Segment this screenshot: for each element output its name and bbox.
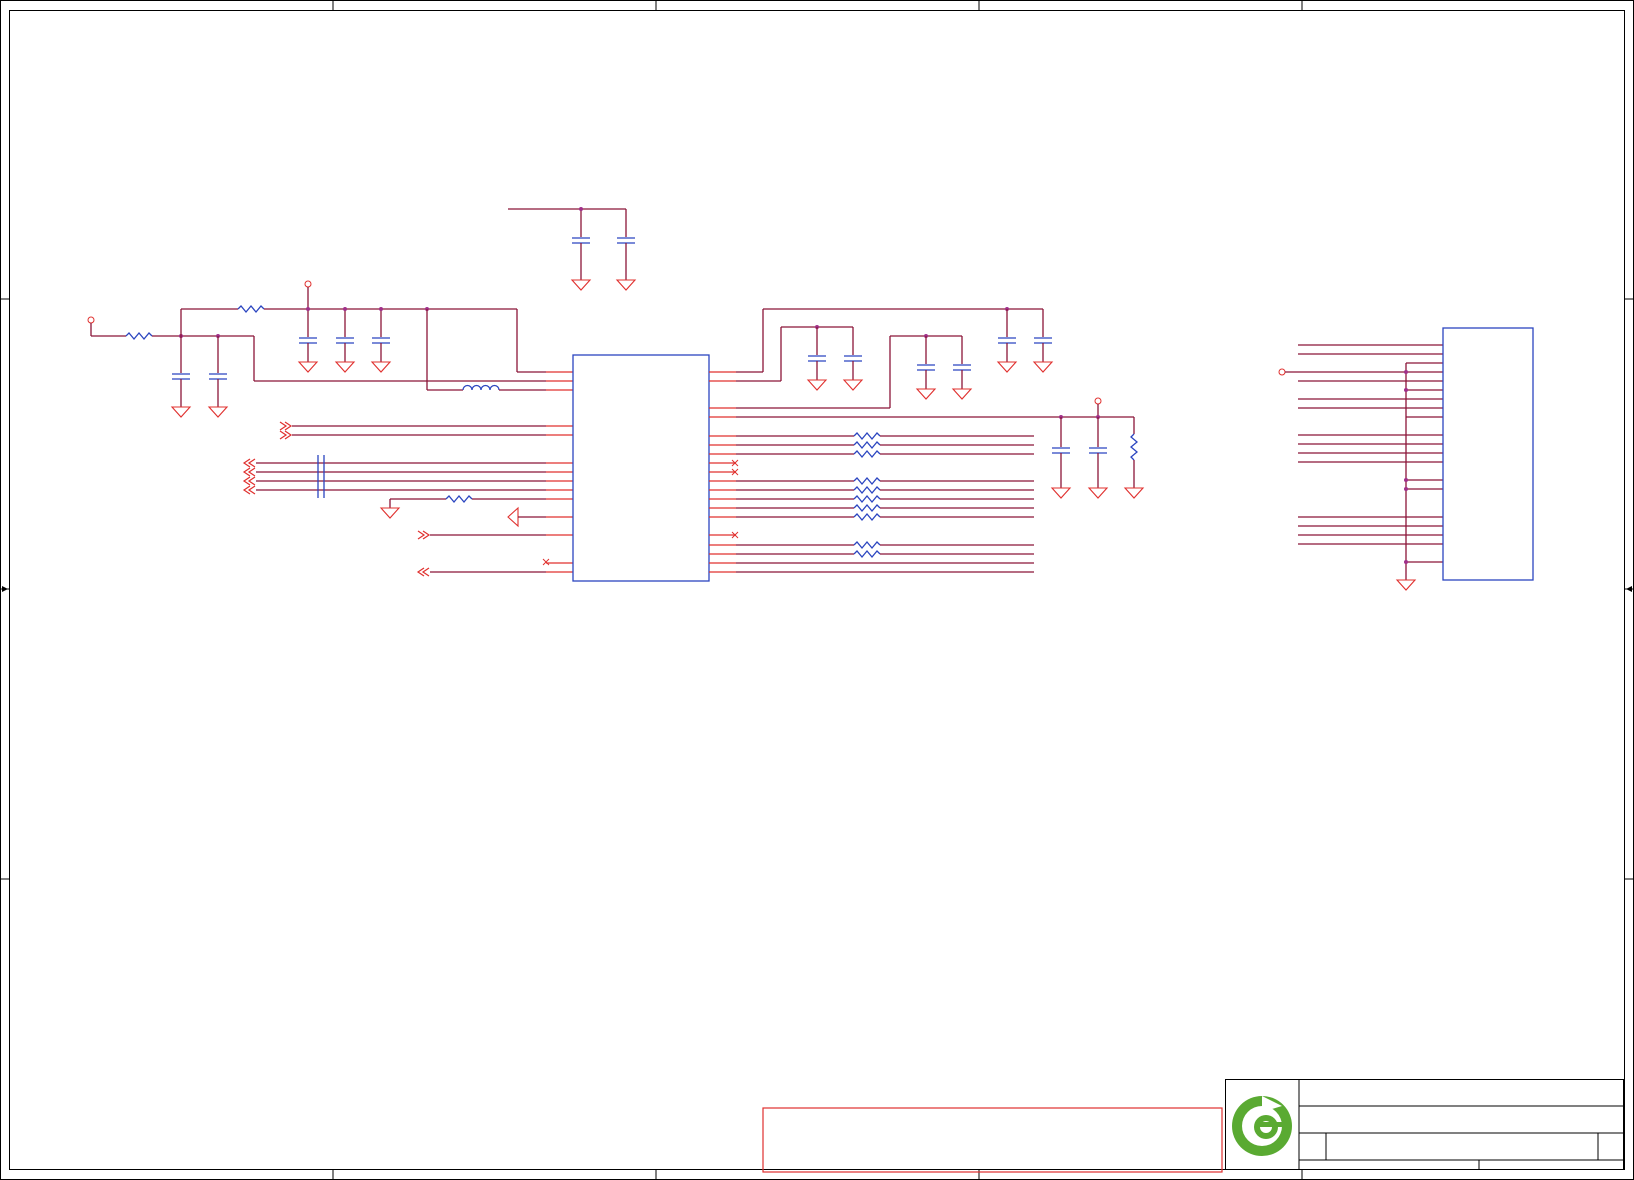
- company-logo-icon: [1232, 1096, 1292, 1156]
- ic-left-pins: [546, 371, 573, 573]
- top-decoupling-caps: [508, 207, 637, 291]
- series-resistor-lines: [736, 431, 1034, 573]
- connector-section: [1278, 344, 1443, 591]
- ic-right-pins: [709, 371, 739, 573]
- connector-header: [1442, 327, 1534, 581]
- sheet-frame: [0, 0, 1634, 1180]
- right-supply-caps: [736, 307, 1145, 499]
- schematic-sheet: [0, 0, 1634, 1180]
- left-signal-inputs: [242, 421, 550, 577]
- notes-box: [762, 1107, 1223, 1173]
- power-input-network: [87, 280, 546, 418]
- main-ic: [572, 354, 710, 582]
